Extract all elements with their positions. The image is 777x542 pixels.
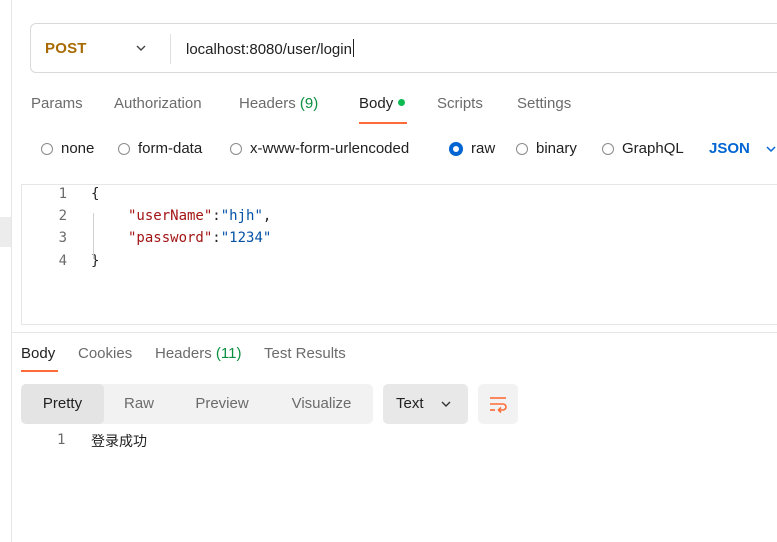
response-tab-headers-label: Headers <box>155 345 212 362</box>
response-tab-cookies[interactable]: Cookies <box>78 345 132 362</box>
code-text: { <box>91 186 100 202</box>
response-line: 1 登录成功 <box>21 430 421 452</box>
json-key: "userName" <box>128 208 213 224</box>
tab-headers-label: Headers <box>239 95 296 112</box>
response-tab-headers-count: (11) <box>215 345 242 362</box>
json-colon: : <box>212 208 221 224</box>
sidebar-divider <box>11 0 12 542</box>
response-format-label: Text <box>396 395 424 412</box>
json-key: "password" <box>128 230 213 246</box>
radio-icon <box>230 142 242 155</box>
radio-icon <box>516 142 528 155</box>
tab-scripts[interactable]: Scripts <box>437 95 483 112</box>
radio-x-www-form-urlencoded[interactable]: x-www-form-urlencoded <box>230 140 409 157</box>
radio-form-data[interactable]: form-data <box>118 140 202 157</box>
code-text: "userName":"hjh", <box>128 208 271 224</box>
radio-icon <box>118 142 130 155</box>
radio-binary-label: binary <box>536 140 577 157</box>
tab-body[interactable]: Body <box>359 95 406 112</box>
code-text: "password":"1234" <box>128 230 271 246</box>
response-tab-body[interactable]: Body <box>21 345 55 362</box>
view-preview-button[interactable]: Preview <box>174 384 270 424</box>
active-response-tab-underline <box>21 370 58 372</box>
radio-icon <box>602 142 614 155</box>
tab-headers-count: (9) <box>299 95 319 112</box>
body-indicator-dot <box>398 99 406 106</box>
response-tab-headers[interactable]: Headers (11) <box>155 345 241 362</box>
line-number: 2 <box>58 208 67 224</box>
view-visualize-button[interactable]: Visualize <box>270 384 373 424</box>
radio-graphql-label: GraphQL <box>622 140 684 157</box>
code-line: 1 { <box>21 186 721 208</box>
code-line: 2 "userName":"hjh", <box>21 208 721 230</box>
line-number: 1 <box>58 186 67 202</box>
response-format-select[interactable]: Text <box>383 384 468 424</box>
body-format-select[interactable]: JSON <box>709 140 750 157</box>
line-number: 3 <box>58 230 67 246</box>
radio-none-label: none <box>61 140 95 157</box>
view-pretty-button[interactable]: Pretty <box>21 384 104 424</box>
active-tab-underline <box>359 122 407 124</box>
chevron-down-icon[interactable] <box>765 143 777 155</box>
url-input[interactable]: localhost:8080/user/login <box>186 39 354 58</box>
tab-body-label: Body <box>359 95 394 112</box>
radio-icon <box>41 142 53 155</box>
code-line: 4 } <box>21 253 721 275</box>
radio-form-data-label: form-data <box>138 140 203 157</box>
response-tab-test-results[interactable]: Test Results <box>264 345 346 362</box>
json-comma: , <box>262 208 272 224</box>
url-value: localhost:8080/user/login <box>186 41 352 58</box>
tab-headers[interactable]: Headers (9) <box>239 95 318 112</box>
line-number: 4 <box>58 253 67 269</box>
wrap-lines-button[interactable] <box>478 384 518 424</box>
json-value: "hjh" <box>220 208 263 224</box>
tab-settings[interactable]: Settings <box>517 95 571 112</box>
sidebar-edge-highlight <box>0 217 11 247</box>
line-number: 1 <box>57 432 66 448</box>
radio-binary[interactable]: binary <box>516 140 577 157</box>
json-colon: : <box>212 230 221 246</box>
wrap-lines-icon <box>490 397 507 414</box>
url-bar: POST localhost:8080/user/login <box>30 23 777 73</box>
url-divider <box>170 34 171 64</box>
radio-raw-label: raw <box>471 140 496 157</box>
code-line: 3 "password":"1234" <box>21 230 721 252</box>
response-text: 登录成功 <box>91 434 147 450</box>
radio-none[interactable]: none <box>41 140 94 157</box>
text-cursor <box>352 39 354 57</box>
radio-raw[interactable]: raw <box>449 140 495 157</box>
view-raw-button[interactable]: Raw <box>104 384 174 424</box>
response-divider[interactable] <box>11 332 777 333</box>
chevron-down-icon <box>441 401 451 407</box>
radio-graphql[interactable]: GraphQL <box>602 140 684 157</box>
response-view-toggle: Pretty Raw Preview Visualize <box>21 384 373 424</box>
radio-urlencoded-label: x-www-form-urlencoded <box>250 140 410 157</box>
json-value: "1234" <box>220 230 272 246</box>
indent-guide <box>93 213 94 259</box>
tab-params[interactable]: Params <box>31 95 83 112</box>
radio-icon <box>449 141 463 156</box>
method-select[interactable]: POST <box>45 40 87 57</box>
chevron-down-icon[interactable] <box>135 42 147 54</box>
tab-authorization[interactable]: Authorization <box>114 95 202 112</box>
